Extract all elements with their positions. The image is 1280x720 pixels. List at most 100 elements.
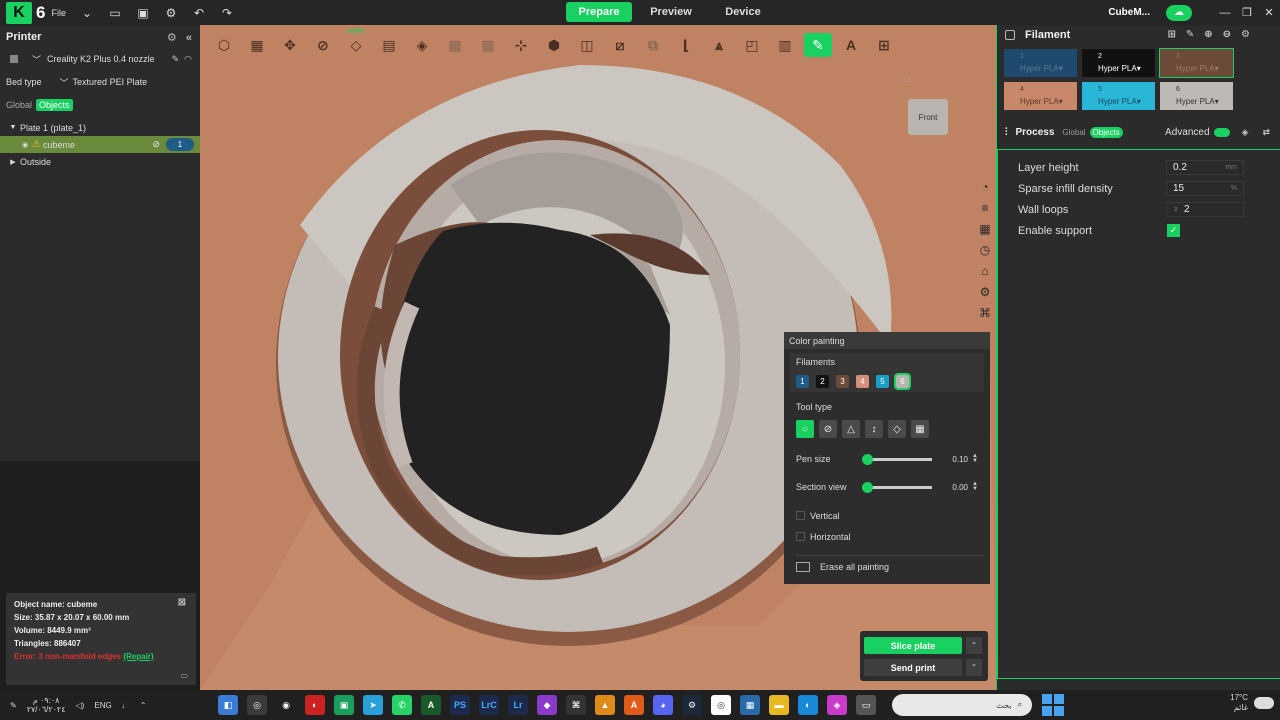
object-filament-badge[interactable]: 1	[166, 138, 194, 151]
edit-icon[interactable]: ✎	[1186, 29, 1194, 40]
filament-swatch-5[interactable]: 5	[876, 375, 889, 388]
svg-icon[interactable]: ⊞	[870, 33, 898, 57]
sync-icon[interactable]: ⊞	[1167, 29, 1175, 40]
weather-widget[interactable]: 17°C غائم	[1230, 693, 1274, 713]
layers-icon[interactable]: ▤	[375, 33, 403, 57]
slice-plate-button[interactable]: Slice plate	[864, 637, 962, 654]
section-view-slider[interactable]	[862, 481, 932, 493]
enable-support-checkbox[interactable]: ✓	[1167, 224, 1180, 237]
volume-icon[interactable]: ◁)	[76, 701, 85, 710]
measure-icon[interactable]: ⌊	[672, 33, 700, 57]
pen-size-value[interactable]: 0.10	[942, 455, 968, 464]
restore-icon[interactable]: ❐	[1236, 6, 1258, 19]
color-paint-icon[interactable]: ✎	[804, 33, 832, 57]
creality-icon[interactable]: A	[421, 695, 441, 715]
edit-pen-icon[interactable]: ✎	[10, 701, 17, 710]
gear-icon[interactable]: ⚙	[1241, 29, 1250, 40]
steam-icon[interactable]: ⚙	[682, 695, 702, 715]
redo-icon[interactable]: ↷	[220, 6, 234, 20]
discord-icon[interactable]: ◕	[653, 695, 673, 715]
filament-type-dropdown[interactable]: Hyper PLA▾	[1176, 63, 1233, 75]
switch-icon[interactable]: ⇄	[1262, 127, 1270, 138]
repair-link[interactable]: (Repair)	[123, 652, 153, 661]
support-paint-icon[interactable]: ⩓	[705, 33, 733, 57]
height-range-icon[interactable]: ↕	[865, 420, 883, 438]
filament-type-dropdown[interactable]: Hyper PLA▾	[1020, 96, 1077, 108]
layer-height-input[interactable]: 0.2 mm	[1166, 160, 1244, 175]
add-cube-icon[interactable]: ⬡	[210, 33, 238, 57]
seg-global[interactable]: Global	[1062, 128, 1085, 137]
paint-indicator-icon[interactable]: ⊘	[152, 139, 160, 150]
view-icon[interactable]: ◔	[981, 180, 988, 194]
filament-type-dropdown[interactable]: Hyper PLA▾	[1020, 63, 1077, 75]
gap-fill-icon[interactable]: ▦	[911, 420, 929, 438]
compare-icon[interactable]: ◈	[1242, 127, 1249, 138]
app-icon[interactable]: ◐	[305, 695, 325, 715]
section-view-value[interactable]: 0.00	[942, 483, 968, 492]
multi-icon[interactable]: ⌘	[979, 306, 991, 320]
expand-icon[interactable]: ▼	[6, 124, 20, 131]
align-icon[interactable]: ≡	[981, 201, 988, 215]
rotate-cube-icon[interactable]: ⬢	[540, 33, 568, 57]
view-cube[interactable]: Front	[908, 99, 948, 135]
triangle-brush-icon[interactable]: △	[842, 420, 860, 438]
remove-icon[interactable]: ⊖	[1223, 29, 1231, 40]
app-icon[interactable]: ◧	[218, 695, 238, 715]
tree-plate[interactable]: ▼ Plate 1 (plate_1)	[0, 119, 200, 136]
filament-slot-4[interactable]: 4 Hyper PLA▾	[1004, 82, 1077, 110]
sphere-brush-icon[interactable]: ⊘	[819, 420, 837, 438]
dropdown-arrow-icon[interactable]: ▾	[1059, 97, 1063, 106]
dropdown-arrow-icon[interactable]: ▾	[1137, 64, 1141, 73]
dropdown-arrow-icon[interactable]: ▾	[1215, 97, 1219, 106]
seg-objects[interactable]: Objects	[36, 99, 73, 111]
dropdown-arrow-icon[interactable]: ▾	[1215, 64, 1219, 73]
app-icon[interactable]: ⌘	[566, 695, 586, 715]
app-icon[interactable]: A	[624, 695, 644, 715]
add-icon[interactable]: ⊕	[1204, 29, 1212, 40]
horizontal-checkbox[interactable]	[796, 532, 805, 541]
auto-orient-icon[interactable]: AUTO ◇	[342, 29, 370, 57]
printer-settings-icon[interactable]: ⚙ «	[167, 31, 192, 44]
send-print-button[interactable]: Send print	[864, 659, 962, 676]
edge-icon[interactable]: ◐	[798, 695, 818, 715]
folder-icon[interactable]: ▬	[769, 695, 789, 715]
search-box[interactable]: بحث ⌕	[892, 694, 1032, 716]
fill-bucket-icon[interactable]: ◇	[888, 420, 906, 438]
clock[interactable]: ٠٩:٠٨ م ٢٧/٠٦/٢٠٢٤	[27, 696, 66, 714]
filament-swatch-6[interactable]: 6	[894, 373, 911, 390]
vertical-option[interactable]: Vertical	[796, 505, 990, 526]
chevron-up-icon[interactable]: ⌃	[966, 637, 982, 654]
app-icon[interactable]: ▭	[856, 695, 876, 715]
text-icon[interactable]: A	[837, 33, 865, 57]
seg-objects[interactable]: Objects	[1089, 127, 1123, 138]
whatsapp-icon[interactable]: ✆	[392, 695, 412, 715]
pen-size-slider[interactable]	[862, 453, 932, 465]
chevron-up-icon[interactable]: ⌃	[140, 701, 147, 710]
bed-type-row[interactable]: Bed type ﹀ Textured PEI Plate	[0, 69, 200, 95]
undo-icon[interactable]: ↶	[192, 6, 206, 20]
table-icon[interactable]: ▦	[979, 222, 990, 236]
collapse-icon[interactable]: ▶	[6, 158, 20, 166]
filament-slot-2[interactable]: 2 Hyper PLA▾	[1082, 49, 1155, 77]
bed-type-value[interactable]: Textured PEI Plate	[73, 77, 148, 87]
app-icon[interactable]: ◎	[247, 695, 267, 715]
tree-object[interactable]: ◉ ⚠ cubeme ⊘ 1	[0, 136, 200, 153]
obs-icon[interactable]: ◉	[276, 695, 296, 715]
arrange-icon[interactable]: ✥	[276, 33, 304, 57]
horizontal-option[interactable]: Horizontal	[796, 526, 990, 547]
circle-brush-icon[interactable]: ○	[796, 420, 814, 438]
chevron-up-icon[interactable]: ⌃	[966, 659, 982, 676]
telegram-icon[interactable]: ➤	[363, 695, 383, 715]
file-menu[interactable]: File	[51, 8, 66, 18]
orient-icon[interactable]: ⊘	[309, 33, 337, 57]
copilot-icon[interactable]: ◈	[827, 695, 847, 715]
language-indicator[interactable]: ENG	[94, 701, 111, 710]
close-icon[interactable]: ⊠	[178, 596, 186, 609]
boolean-disabled-icon[interactable]: ⧉	[639, 33, 667, 57]
filament-type-dropdown[interactable]: Hyper PLA▾	[1098, 96, 1155, 108]
microphone-icon[interactable]: ♩	[122, 701, 130, 710]
move-icon[interactable]: ⊹	[507, 33, 535, 57]
speed-icon[interactable]: ◷	[980, 243, 990, 257]
start-button[interactable]	[1042, 694, 1064, 716]
cloud-upload-icon[interactable]: ☁	[1166, 4, 1192, 21]
